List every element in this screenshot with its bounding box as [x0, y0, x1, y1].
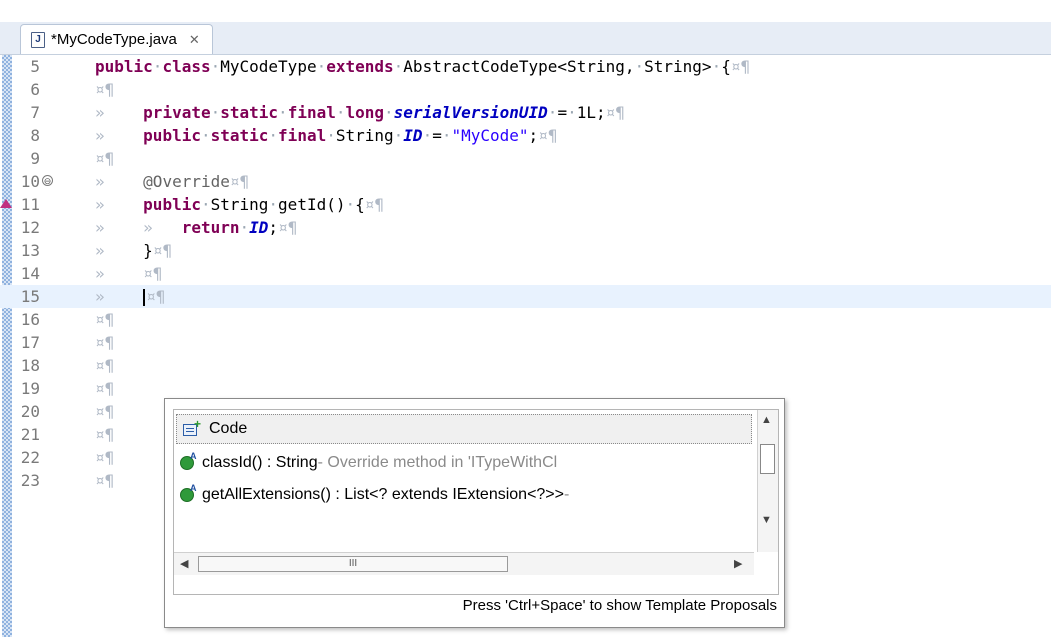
override-method-icon: A [180, 451, 197, 470]
proposal-list[interactable]: + Code A classId() : String - Override m… [173, 409, 779, 595]
code-text: » @Override¤¶ [95, 172, 250, 191]
code-text: » ¤¶ [95, 287, 166, 306]
top-strip [0, 0, 1051, 22]
code-line: 18 ¤¶ [0, 354, 1051, 377]
code-line: 6 ¤¶ [0, 78, 1051, 101]
code-text: ¤¶ [95, 356, 115, 375]
code-text: ¤¶ [95, 448, 115, 467]
code-line: 9 ¤¶ [0, 147, 1051, 170]
code-text: » private·static·final·long·serialVersio… [95, 103, 625, 122]
line-number: 13 [20, 241, 40, 260]
code-line: 13 » }¤¶ [0, 239, 1051, 262]
tab-title: *MyCodeType.java [51, 31, 177, 48]
code-line: 7 » private·static·final·long·serialVers… [0, 101, 1051, 124]
scroll-left-icon[interactable]: ◀ [180, 557, 188, 570]
proposal-name: getAllExtensions() : List<? extends IExt… [202, 486, 564, 503]
code-line: 14 » ¤¶ [0, 262, 1051, 285]
code-text: ¤¶ [95, 149, 115, 168]
scroll-down-icon[interactable]: ▼ [761, 514, 772, 526]
line-number: 8 [30, 126, 40, 145]
code-line: 19 ¤¶ [0, 377, 1051, 400]
line-number: 15 [20, 287, 40, 306]
text-caret [143, 289, 146, 306]
code-line: 12 » » return·ID;¤¶ [0, 216, 1051, 239]
line-number: 14 [20, 264, 40, 283]
proposal-hint: Press 'Ctrl+Space' to show Template Prop… [462, 597, 777, 614]
line-number: 9 [30, 149, 40, 168]
code-text: ¤¶ [95, 425, 115, 444]
line-number: 10 [20, 172, 40, 191]
scroll-right-icon[interactable]: ▶ [734, 557, 742, 570]
code-line: 8 » public·static·final·String·ID·=·"MyC… [0, 124, 1051, 147]
code-text: » }¤¶ [95, 241, 173, 260]
scroll-up-icon[interactable]: ▲ [761, 414, 772, 426]
line-number: 23 [20, 471, 40, 490]
line-number: 7 [30, 103, 40, 122]
collapse-fold-icon[interactable]: ⊖ [42, 175, 53, 186]
current-code-line: 15 » ¤¶ [0, 285, 1051, 308]
code-text: » public·String·getId()·{¤¶ [95, 195, 385, 214]
code-line: 5 public·class·MyCodeType·extends·Abstra… [0, 55, 1051, 78]
line-number: 5 [30, 57, 40, 76]
vertical-scrollbar[interactable]: ▲ ▼ [757, 410, 778, 552]
line-number: 18 [20, 356, 40, 375]
line-number: 12 [20, 218, 40, 237]
code-text: ¤¶ [95, 379, 115, 398]
line-number: 20 [20, 402, 40, 421]
code-text: ¤¶ [95, 333, 115, 352]
java-file-icon: J [31, 31, 45, 48]
line-number: 16 [20, 310, 40, 329]
line-number: 19 [20, 379, 40, 398]
content-assist-popup[interactable]: + Code A classId() : String - Override m… [164, 398, 785, 628]
proposal-category-label: Code [209, 420, 248, 437]
editor-tab[interactable]: J *MyCodeType.java ✕ [20, 24, 213, 54]
line-number: 22 [20, 448, 40, 467]
line-number: 17 [20, 333, 40, 352]
code-text: ¤¶ [95, 471, 115, 490]
template-category-icon: + [183, 417, 201, 437]
line-number: 11 [20, 195, 40, 214]
vertical-scroll-thumb[interactable] [760, 444, 775, 474]
proposal-detail: - Override method in 'ITypeWithCl [317, 454, 558, 471]
close-tab-icon[interactable]: ✕ [189, 32, 200, 48]
proposal-detail: - [564, 486, 570, 503]
override-method-icon: A [180, 483, 197, 502]
line-number: 21 [20, 425, 40, 444]
code-line: 17 ¤¶ [0, 331, 1051, 354]
override-marker-icon[interactable] [0, 199, 12, 208]
code-line: 16 ¤¶ [0, 308, 1051, 331]
horizontal-scrollbar[interactable]: ◀ III ▶ [174, 552, 754, 575]
line-number: 6 [30, 80, 40, 99]
code-text: ¤¶ [95, 402, 115, 421]
code-line: 11 » public·String·getId()·{¤¶ [0, 193, 1051, 216]
code-line: 10 ⊖ » @Override¤¶ [0, 170, 1051, 193]
code-text: » public·static·final·String·ID·=·"MyCod… [95, 126, 558, 145]
editor-tab-bar: J *MyCodeType.java ✕ [0, 22, 1051, 55]
code-text: » » return·ID;¤¶ [95, 218, 298, 237]
horizontal-scroll-thumb[interactable]: III [198, 556, 508, 572]
code-text: ¤¶ [95, 80, 115, 99]
code-text: ¤¶ [95, 310, 115, 329]
proposal-name: classId() : String [202, 454, 318, 471]
code-text: » ¤¶ [95, 264, 163, 283]
proposal-item[interactable]: A getAllExtensions() : List<? extends IE… [174, 480, 754, 510]
code-text: public·class·MyCodeType·extends·Abstract… [95, 57, 751, 76]
proposal-item[interactable]: A classId() : String - Override method i… [174, 448, 754, 478]
proposal-category-row[interactable]: + Code [176, 414, 752, 444]
